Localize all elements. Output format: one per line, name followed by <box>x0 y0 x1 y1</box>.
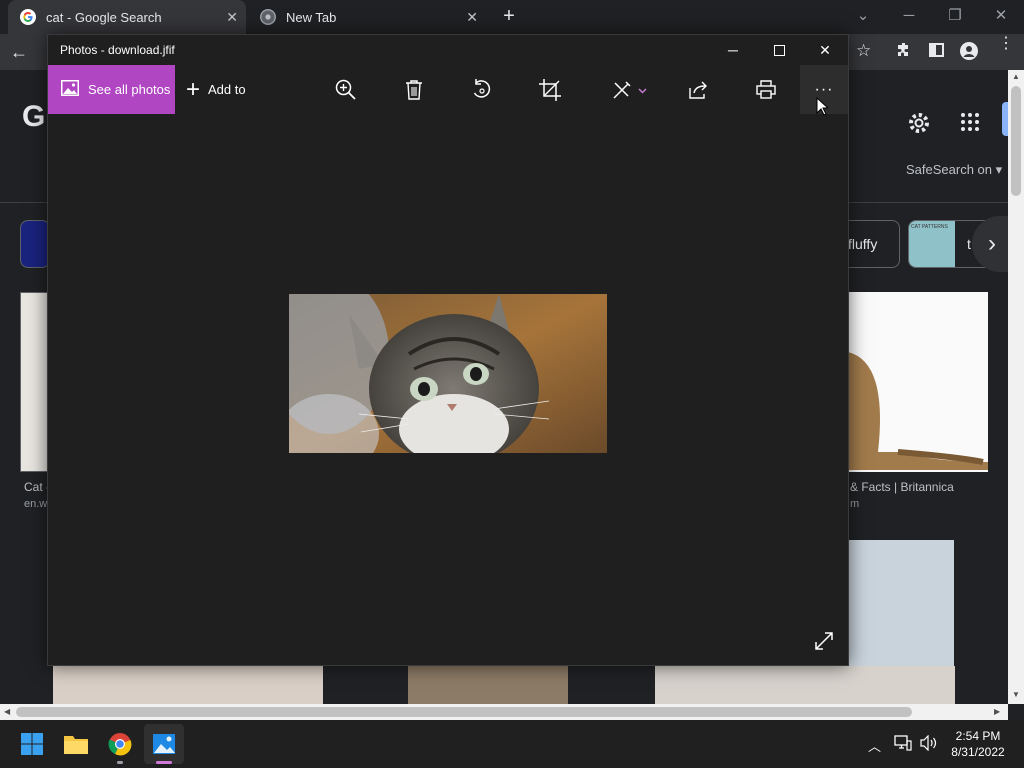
photos-title-bar[interactable]: Photos - download.jfif ─ ✕ <box>48 35 848 65</box>
chevron-down-icon <box>637 81 647 99</box>
photos-taskbar-icon[interactable] <box>144 724 184 764</box>
see-all-photos-button[interactable]: See all photos <box>48 65 175 114</box>
chip-label: t <box>967 236 971 252</box>
print-icon[interactable] <box>746 65 786 114</box>
close-window-icon[interactable]: ✕ <box>802 35 848 65</box>
scrollbar-thumb[interactable] <box>1011 86 1021 196</box>
fullscreen-icon[interactable] <box>814 631 834 656</box>
clock-date: 8/31/2022 <box>951 745 1005 759</box>
result-image[interactable] <box>20 292 50 472</box>
delete-icon[interactable] <box>394 65 434 114</box>
safesearch-label: SafeSearch on <box>906 162 993 177</box>
scroll-left-icon[interactable]: ◀ <box>4 707 10 716</box>
google-logo[interactable]: G <box>22 100 45 134</box>
scroll-up-icon[interactable]: ▲ <box>1012 72 1020 81</box>
chrome-menu-icon[interactable]: ⋮ <box>998 36 1014 52</box>
back-icon[interactable]: ← <box>10 42 28 63</box>
minimize-icon[interactable]: ─ <box>886 0 932 30</box>
active-indicator <box>156 761 172 764</box>
tab-cat-google-search[interactable]: cat - Google Search ✕ <box>8 0 246 34</box>
add-to-label: Add to <box>208 82 246 97</box>
extensions-icon[interactable] <box>896 42 912 63</box>
add-to-button[interactable]: + Add to <box>186 65 266 114</box>
new-tab-button[interactable]: + <box>498 6 520 28</box>
side-panel-icon[interactable] <box>929 43 944 57</box>
photos-app-window: Photos - download.jfif ─ ✕ See all photo… <box>47 34 849 666</box>
maximize-icon[interactable] <box>756 35 802 65</box>
clock[interactable]: 2:54 PM 8/31/2022 <box>948 728 1008 760</box>
bookmark-star-icon[interactable]: ☆ <box>856 41 871 61</box>
tab-search-icon[interactable]: ⌄ <box>840 0 886 30</box>
result-source: en.w <box>24 498 48 510</box>
volume-icon[interactable] <box>920 734 938 756</box>
zoom-icon[interactable] <box>326 65 366 114</box>
result-caption[interactable]: & Facts | Britannica <box>850 480 954 494</box>
close-tab-icon[interactable]: ✕ <box>226 9 238 26</box>
google-favicon-icon <box>20 9 36 25</box>
photos-toolbar: See all photos + Add to ··· <box>48 65 848 114</box>
tab-title: New Tab <box>286 9 337 25</box>
share-icon[interactable] <box>678 65 718 114</box>
tab-new-tab[interactable]: New Tab ✕ <box>248 0 486 34</box>
horizontal-scrollbar[interactable]: ◀ ▶ <box>0 704 1008 720</box>
file-explorer-icon[interactable] <box>56 724 96 764</box>
restore-icon[interactable]: ❐ <box>932 0 978 30</box>
close-window-icon[interactable]: ✕ <box>978 0 1024 30</box>
chip-thumb: CAT PATTERNS <box>909 221 955 267</box>
show-hidden-icons-icon[interactable]: ︿ <box>868 736 881 755</box>
settings-gear-icon[interactable] <box>906 110 932 141</box>
chrome-taskbar-icon[interactable] <box>100 724 140 764</box>
chip-label: fluffy <box>848 236 878 252</box>
chip-thumbnail[interactable] <box>20 220 50 268</box>
scroll-down-icon[interactable]: ▼ <box>1012 690 1020 699</box>
result-image[interactable] <box>53 666 323 704</box>
scroll-right-icon[interactable]: ▶ <box>994 707 1000 716</box>
profile-avatar-icon[interactable] <box>960 42 978 60</box>
result-source: m <box>850 498 860 510</box>
crop-icon[interactable] <box>530 65 570 114</box>
windows-start-icon[interactable] <box>12 724 52 764</box>
close-tab-icon[interactable]: ✕ <box>466 9 478 26</box>
rotate-icon[interactable] <box>462 65 502 114</box>
more-icon: ··· <box>814 80 834 98</box>
windows-taskbar: ︿ 2:54 PM 8/31/2022 <box>0 720 1024 768</box>
google-apps-icon[interactable] <box>960 112 980 137</box>
mouse-cursor-icon <box>816 96 830 121</box>
window-title: Photos - download.jfif <box>60 43 175 57</box>
result-image[interactable] <box>408 666 568 704</box>
chrome-favicon-icon <box>260 9 276 25</box>
result-image[interactable] <box>848 292 988 472</box>
vertical-scrollbar[interactable]: ▲ ▼ <box>1008 70 1024 704</box>
plus-icon: + <box>186 75 201 103</box>
minimize-icon[interactable]: ─ <box>710 35 756 65</box>
scrollbar-thumb[interactable] <box>16 707 912 717</box>
running-indicator <box>117 761 123 764</box>
edit-enhance-icon[interactable] <box>604 65 654 114</box>
displayed-photo[interactable] <box>289 294 607 453</box>
clock-time: 2:54 PM <box>955 729 1001 743</box>
network-icon[interactable] <box>894 735 912 756</box>
see-all-photos-label: See all photos <box>88 82 171 97</box>
photos-gallery-icon <box>61 80 79 99</box>
result-image[interactable] <box>655 666 955 704</box>
safesearch-toggle[interactable]: SafeSearch on ▾ <box>906 162 1002 178</box>
tab-title: cat - Google Search <box>46 9 162 25</box>
browser-tab-strip: cat - Google Search ✕ New Tab ✕ + ⌄ ─ ❐ … <box>0 0 1024 34</box>
